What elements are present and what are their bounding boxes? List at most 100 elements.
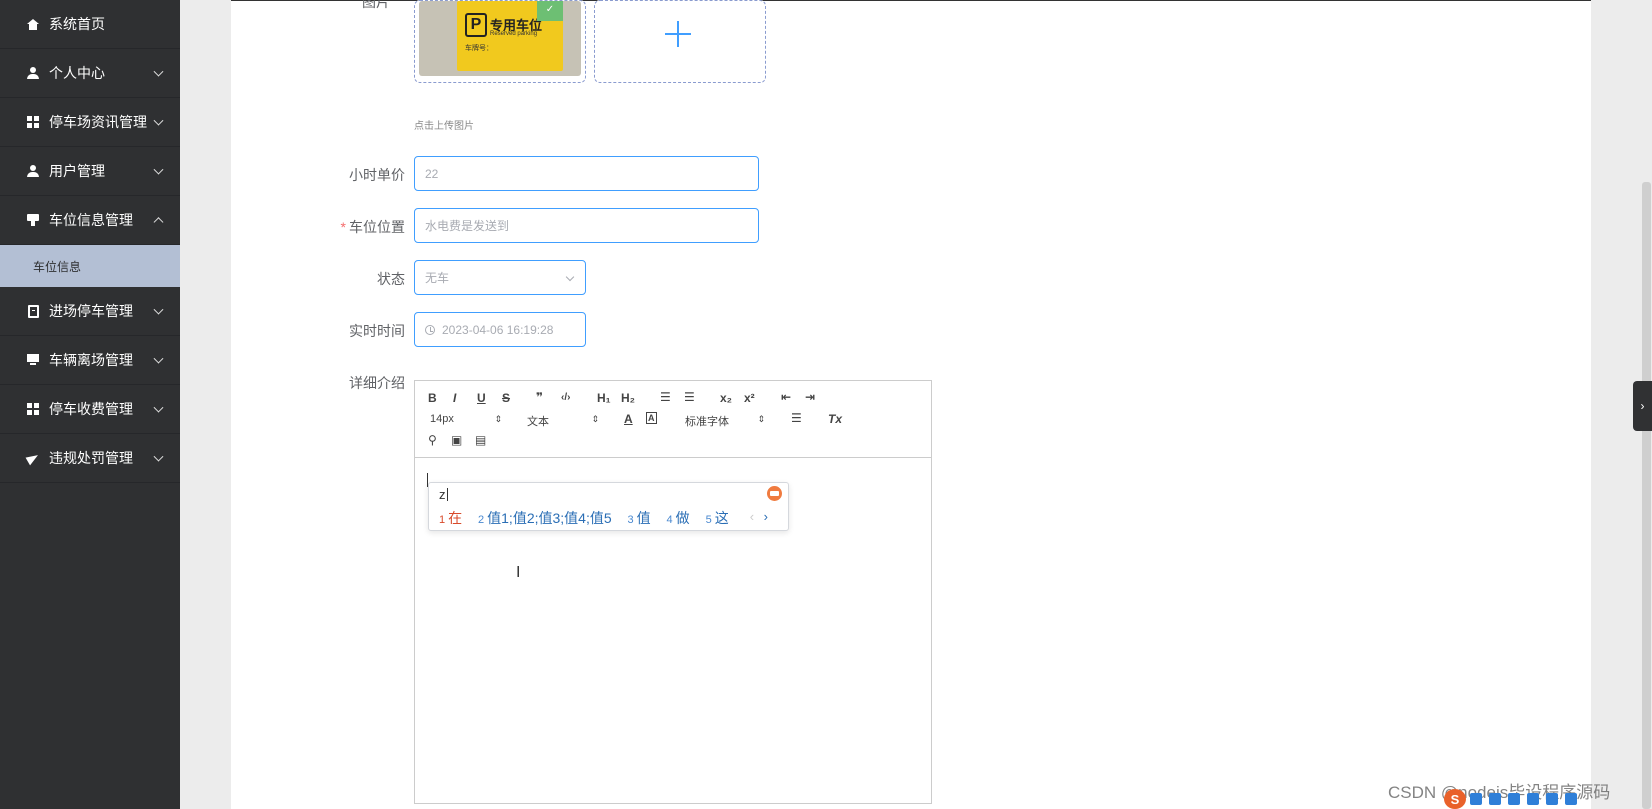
sort-arrows-icon: ⇕ xyxy=(591,414,599,424)
ime-candidate[interactable]: 5这 xyxy=(706,510,729,526)
sidebar: 系统首页 个人中心 停车场资讯管理 用户管理 车位信息管理 车位信息 进场停车管… xyxy=(0,0,180,809)
sidebar-item-label: 系统首页 xyxy=(49,16,105,32)
sidebar-item-vehicle-exit[interactable]: 车辆离场管理 xyxy=(0,336,180,385)
header-2-button[interactable]: H₂ xyxy=(621,391,635,405)
superscript-button[interactable]: x² xyxy=(744,391,755,405)
toolbox-icon[interactable] xyxy=(1565,793,1577,805)
user-icon xyxy=(26,164,40,178)
chevron-down-icon xyxy=(565,272,575,282)
parking-p-icon: P xyxy=(465,13,487,37)
clipboard-icon xyxy=(26,304,40,318)
grid-icon xyxy=(26,402,40,416)
microphone-icon[interactable] xyxy=(1508,793,1520,805)
monitor-icon xyxy=(26,353,40,367)
required-mark: * xyxy=(340,219,346,235)
skin-icon[interactable] xyxy=(1546,793,1558,805)
ime-candidate[interactable]: 3值 xyxy=(628,510,651,526)
sidebar-item-label: 停车收费管理 xyxy=(49,401,133,417)
ime-next-page[interactable]: › xyxy=(764,509,768,524)
punctuation-icon[interactable] xyxy=(1489,793,1501,805)
font-color-icon[interactable]: A xyxy=(624,412,633,426)
ime-candidate[interactable]: 1在 xyxy=(439,510,462,526)
chinese-mode-icon[interactable] xyxy=(1470,793,1482,805)
bullet-list-icon[interactable]: ☰ xyxy=(684,390,695,404)
check-icon: ✓ xyxy=(537,1,563,21)
ordered-list-icon[interactable]: ☰ xyxy=(660,390,671,404)
strike-button[interactable]: S xyxy=(502,391,510,405)
font-family-picker[interactable]: 标准字体 ⇕ xyxy=(685,413,765,429)
chevron-down-icon xyxy=(153,402,164,413)
scrollbar-thumb[interactable] xyxy=(1642,182,1651,809)
sidebar-item-label: 车辆离场管理 xyxy=(49,352,133,368)
clock-icon xyxy=(425,324,435,335)
ime-candidate[interactable]: 2 值1;值2;值3;值4;值5 xyxy=(478,510,612,526)
chevron-down-icon xyxy=(153,451,164,462)
sidebar-item-users[interactable]: 用户管理 xyxy=(0,147,180,196)
sort-arrows-icon: ⇕ xyxy=(494,414,502,424)
uploaded-image[interactable]: P 专用车位 Reserved parking 车牌号： ✓ xyxy=(414,0,586,83)
background-color-icon[interactable]: A xyxy=(646,412,657,424)
ime-prev-page[interactable]: ‹ xyxy=(750,509,754,524)
price-input[interactable]: 22 xyxy=(414,156,759,191)
editor-toolbar: B I U S ❞ ‹/› H₁ H₂ ☰ ☰ x₂ x² ⇤ ⇥ 14px ⇕… xyxy=(415,381,931,458)
bold-button[interactable]: B xyxy=(428,391,437,405)
code-block-button[interactable]: ‹/› xyxy=(561,392,570,403)
sign-plate-line: 车牌号： xyxy=(465,45,493,52)
text-style-picker[interactable]: 文本 ⇕ xyxy=(527,413,599,429)
align-left-icon[interactable]: ☰ xyxy=(791,411,802,425)
status-select[interactable]: 无车 xyxy=(414,260,586,295)
sidebar-item-label: 车位信息管理 xyxy=(49,212,133,228)
chevron-down-icon xyxy=(153,353,164,364)
side-drawer-toggle[interactable]: › xyxy=(1633,381,1652,431)
status-value: 无车 xyxy=(425,271,450,285)
location-input[interactable]: 水电费是发送到 xyxy=(414,208,759,243)
ime-toolbar: S xyxy=(1444,789,1584,809)
sidebar-item-label: 进场停车管理 xyxy=(49,303,133,319)
location-label: * 车位位置 xyxy=(315,217,405,237)
indent-icon[interactable]: ⇥ xyxy=(805,390,815,404)
detail-label: 详细介绍 xyxy=(349,375,405,391)
location-label-text: 车位位置 xyxy=(349,219,405,235)
user-icon xyxy=(26,66,40,80)
price-label: 小时单价 xyxy=(349,167,405,183)
text-cursor-icon: I xyxy=(516,564,521,581)
blockquote-button[interactable]: ❞ xyxy=(536,390,543,404)
ime-candidate[interactable]: 4做 xyxy=(667,510,690,526)
parking-sign-image: P 专用车位 Reserved parking 车牌号： ✓ xyxy=(419,1,581,76)
stamp-icon xyxy=(26,213,40,227)
sidebar-item-profile[interactable]: 个人中心 xyxy=(0,49,180,98)
italic-button[interactable]: I xyxy=(453,391,456,405)
chevron-up-icon xyxy=(153,217,164,228)
link-icon[interactable]: ⚲ xyxy=(428,433,437,447)
video-icon[interactable]: ▤ xyxy=(475,433,486,447)
header-1-button[interactable]: H₁ xyxy=(597,391,611,405)
keyboard-icon[interactable] xyxy=(1527,793,1539,805)
sidebar-subitem-space-info[interactable]: 车位信息 xyxy=(0,245,180,287)
sidebar-item-entry-parking[interactable]: 进场停车管理 xyxy=(0,287,180,336)
parking-sign: P 专用车位 Reserved parking 车牌号： ✓ xyxy=(457,1,563,71)
grid-icon xyxy=(26,115,40,129)
sidebar-item-violations[interactable]: 违规处罚管理 xyxy=(0,434,180,483)
sidebar-item-parking-news[interactable]: 停车场资讯管理 xyxy=(0,98,180,147)
ime-page-nav: ‹ › xyxy=(750,509,768,524)
sort-arrows-icon: ⇕ xyxy=(757,414,765,424)
sogou-logo-icon[interactable]: S xyxy=(1444,789,1466,809)
sogou-logo-icon xyxy=(767,486,782,501)
image-icon[interactable]: ▣ xyxy=(451,433,462,447)
app: 系统首页 个人中心 停车场资讯管理 用户管理 车位信息管理 车位信息 进场停车管… xyxy=(0,0,1652,809)
font-size-picker[interactable]: 14px ⇕ xyxy=(430,413,502,425)
clear-format-button[interactable]: Tx xyxy=(828,412,842,426)
upload-add-button[interactable] xyxy=(594,0,766,83)
subscript-button[interactable]: x₂ xyxy=(720,391,732,405)
ime-candidate-window: z 1在 2 值1;值2;值3;值4;值5 3值 4做 5这 ‹ › xyxy=(428,482,789,531)
sidebar-item-parking-fees[interactable]: 停车收费管理 xyxy=(0,385,180,434)
sidebar-item-home[interactable]: 系统首页 xyxy=(0,0,180,49)
underline-button[interactable]: U xyxy=(477,391,486,405)
chevron-down-icon xyxy=(153,66,164,77)
chevron-down-icon xyxy=(153,164,164,175)
outdent-icon[interactable]: ⇤ xyxy=(781,390,791,404)
time-picker[interactable]: 2023-04-06 16:19:28 xyxy=(414,312,586,347)
sidebar-item-space-info[interactable]: 车位信息管理 xyxy=(0,196,180,245)
chevron-down-icon xyxy=(153,304,164,315)
ime-candidates: 1在 2 值1;值2;值3;值4;值5 3值 4做 5这 xyxy=(439,508,741,528)
